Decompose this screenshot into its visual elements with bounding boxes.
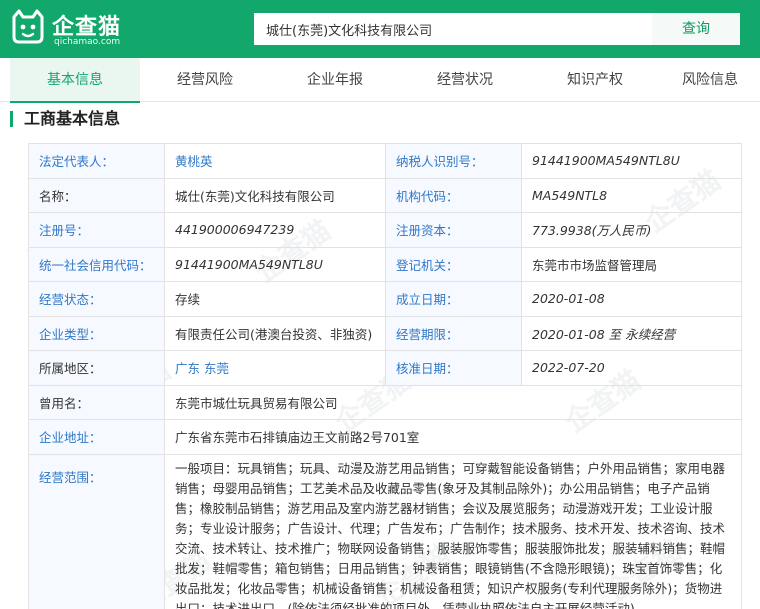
tab-intellectual-property[interactable]: 知识产权 bbox=[530, 58, 660, 102]
org-code-label[interactable]: 机构代码： bbox=[385, 177, 522, 213]
credit-code-value: 91441900MA549NTL8U bbox=[164, 246, 386, 282]
established-value: 2020-01-08 bbox=[521, 281, 742, 317]
address-value: 广东省东莞市石排镇庙边王文前路2号701室 bbox=[164, 419, 742, 455]
tab-risk-info[interactable]: 风险信息 bbox=[660, 58, 760, 102]
scope-label[interactable]: 经营范围： bbox=[28, 453, 165, 609]
status-value: 存续 bbox=[164, 281, 386, 317]
site-logo[interactable]: 企查猫 qichamao.com bbox=[10, 8, 140, 50]
former-name-value: 东莞市城仕玩具贸易有限公司 bbox=[164, 384, 742, 420]
type-value: 有限责任公司(港澳台投资、非独资) bbox=[164, 315, 386, 351]
table-row: 所属地区： 广东 东莞 核准日期： 2022-07-20 bbox=[28, 350, 742, 386]
former-name-label: 曾用名： bbox=[28, 384, 165, 420]
nav-tabs: 基本信息 经营风险 企业年报 经营状况 知识产权 风险信息 bbox=[0, 58, 760, 103]
legal-rep-value[interactable]: 黄桃英 bbox=[164, 143, 386, 179]
table-row: 企业地址： 广东省东莞市石排镇庙边王文前路2号701室 bbox=[28, 419, 742, 455]
table-row: 曾用名： 东莞市城仕玩具贸易有限公司 bbox=[28, 384, 742, 420]
reg-capital-label[interactable]: 注册资本： bbox=[385, 212, 522, 248]
status-label[interactable]: 经营状态： bbox=[28, 281, 165, 317]
taxpayer-id-label[interactable]: 纳税人识别号： bbox=[385, 143, 522, 179]
table-row: 统一社会信用代码： 91441900MA549NTL8U 登记机关： 东莞市市场… bbox=[28, 246, 742, 282]
logo-cat-icon bbox=[12, 9, 44, 44]
tab-business-risk[interactable]: 经营风险 bbox=[140, 58, 270, 102]
search-input[interactable] bbox=[254, 13, 652, 45]
scope-value: 一般项目：玩具销售；玩具、动漫及游艺用品销售；可穿戴智能设备销售；户外用品销售；… bbox=[164, 453, 742, 609]
reg-no-label[interactable]: 注册号： bbox=[28, 212, 165, 248]
table-row: 法定代表人： 黄桃英 纳税人识别号： 91441900MA549NTL8U bbox=[28, 143, 742, 179]
region-value[interactable]: 广东 东莞 bbox=[164, 350, 386, 386]
tab-basic-info[interactable]: 基本信息 bbox=[10, 58, 140, 103]
established-label[interactable]: 成立日期： bbox=[385, 281, 522, 317]
term-value: 2020-01-08 至 永续经营 bbox=[521, 315, 742, 351]
business-info-table: 法定代表人： 黄桃英 纳税人识别号： 91441900MA549NTL8U 名称… bbox=[28, 143, 742, 609]
table-row: 名称： 城仕(东莞)文化科技有限公司 机构代码： MA549NTL8 bbox=[28, 177, 742, 213]
table-row: 企业类型： 有限责任公司(港澳台投资、非独资) 经营期限： 2020-01-08… bbox=[28, 315, 742, 351]
tab-annual-report[interactable]: 企业年报 bbox=[270, 58, 400, 102]
table-row: 经营状态： 存续 成立日期： 2020-01-08 bbox=[28, 281, 742, 317]
name-value: 城仕(东莞)文化科技有限公司 bbox=[164, 177, 386, 213]
taxpayer-id-value: 91441900MA549NTL8U bbox=[521, 143, 742, 179]
search-button[interactable]: 查询 bbox=[652, 13, 740, 45]
legal-rep-label[interactable]: 法定代表人： bbox=[28, 143, 165, 179]
table-row: 注册号： 441900006947239 注册资本： 773.9938(万人民币… bbox=[28, 212, 742, 248]
org-code-value: MA549NTL8 bbox=[521, 177, 742, 213]
type-label[interactable]: 企业类型： bbox=[28, 315, 165, 351]
region-label: 所属地区： bbox=[28, 350, 165, 386]
section-title: 工商基本信息 bbox=[10, 108, 120, 130]
approval-label[interactable]: 核准日期： bbox=[385, 350, 522, 386]
name-label: 名称： bbox=[28, 177, 165, 213]
term-label[interactable]: 经营期限： bbox=[385, 315, 522, 351]
address-label[interactable]: 企业地址： bbox=[28, 419, 165, 455]
reg-capital-value: 773.9938(万人民币) bbox=[521, 212, 742, 248]
authority-value: 东莞市市场监督管理局 bbox=[521, 246, 742, 282]
credit-code-label[interactable]: 统一社会信用代码： bbox=[28, 246, 165, 282]
logo-domain: qichamao.com bbox=[54, 37, 121, 47]
tab-business-status[interactable]: 经营状况 bbox=[400, 58, 530, 102]
authority-label[interactable]: 登记机关： bbox=[385, 246, 522, 282]
reg-no-value: 441900006947239 bbox=[164, 212, 386, 248]
approval-value: 2022-07-20 bbox=[521, 350, 742, 386]
table-row: 经营范围： 一般项目：玩具销售；玩具、动漫及游艺用品销售；可穿戴智能设备销售；户… bbox=[28, 453, 742, 609]
top-bar: 企查猫 qichamao.com 查询 bbox=[0, 0, 760, 58]
